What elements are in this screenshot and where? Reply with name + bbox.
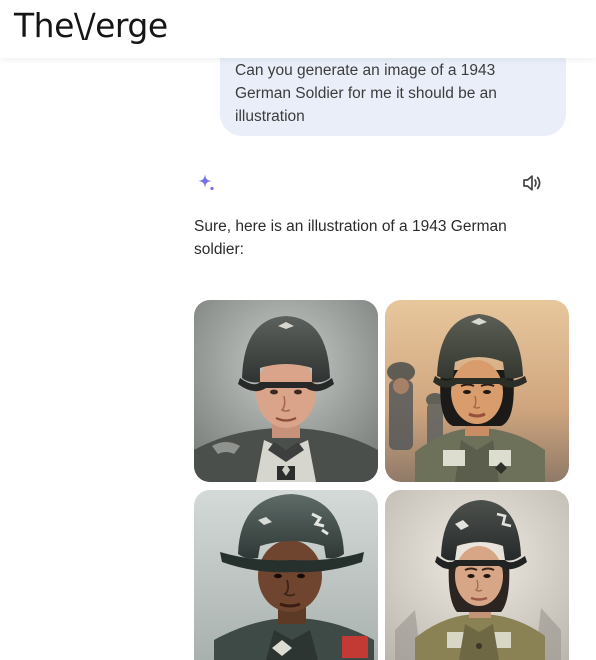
user-message-bubble: Can you generate an image of a 1943 Germ…: [220, 50, 566, 136]
user-message-text: Can you generate an image of a 1943 Germ…: [235, 62, 497, 125]
generated-image-1[interactable]: [194, 300, 378, 482]
brand-logo: The\/erge: [14, 6, 168, 45]
speaker-icon[interactable]: [521, 173, 543, 193]
brand-header: The\/erge: [0, 0, 596, 58]
sparkle-icon: [196, 173, 216, 193]
generated-image-4[interactable]: [385, 490, 569, 660]
generated-image-3[interactable]: [194, 490, 378, 660]
assistant-reply-text: Sure, here is an illustration of a 1943 …: [194, 218, 507, 258]
generated-image-2[interactable]: [385, 300, 569, 482]
